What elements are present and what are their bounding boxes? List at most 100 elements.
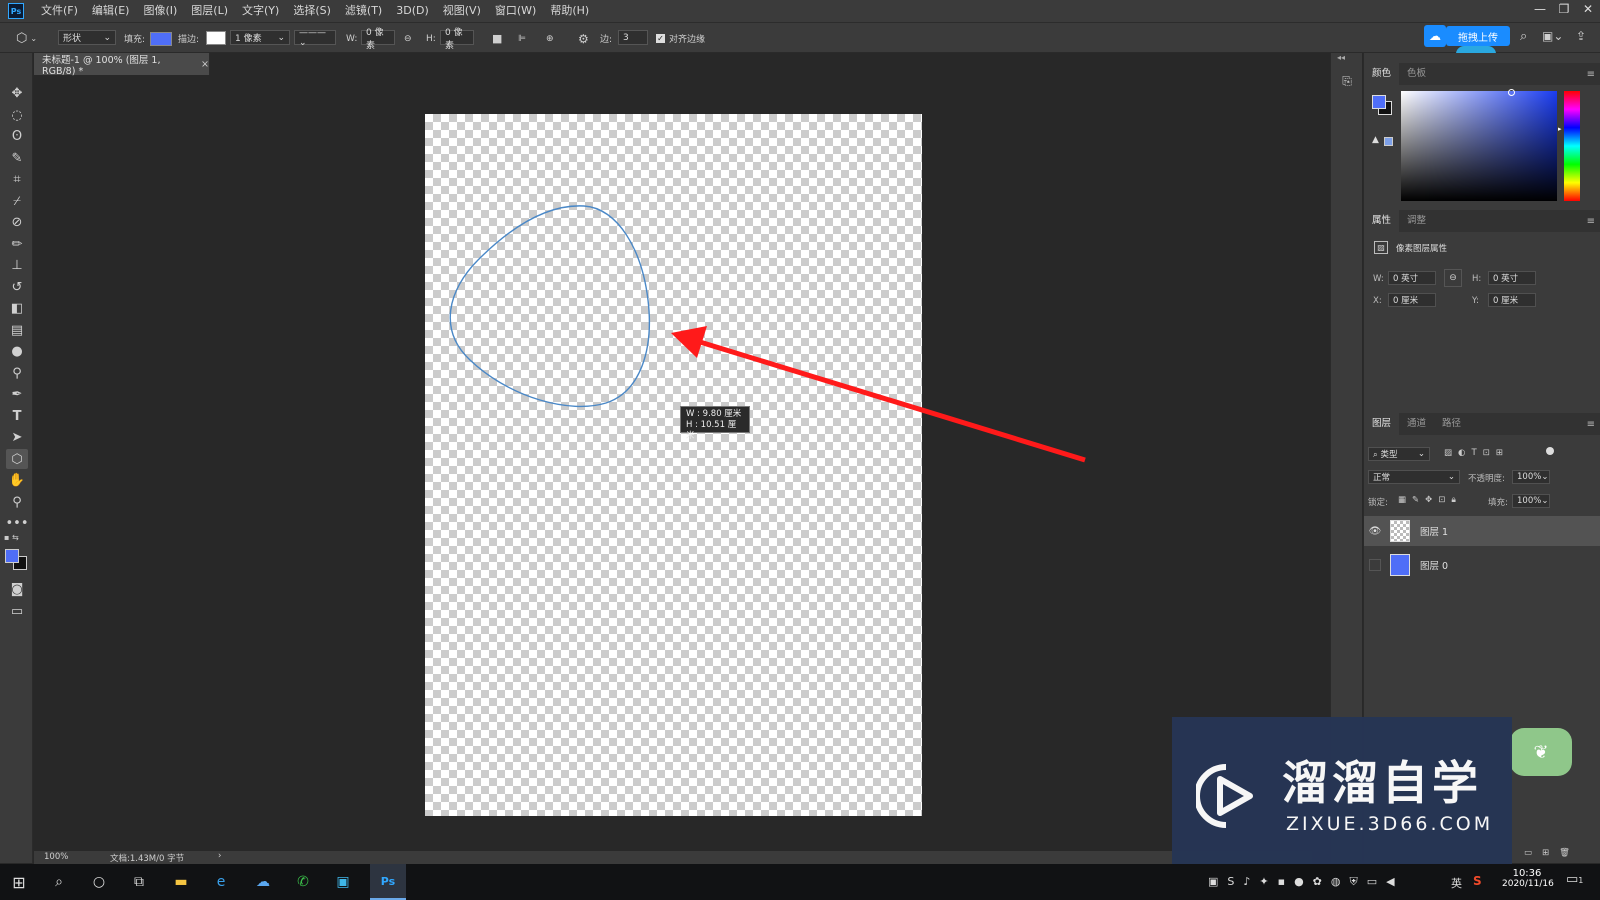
status-menu-arrow-icon[interactable]: ›: [218, 851, 221, 861]
gradient-tool-icon[interactable]: ▤: [6, 320, 28, 340]
edge-browser-icon[interactable]: e: [208, 870, 234, 894]
marquee-tool-icon[interactable]: ◌: [6, 105, 28, 125]
zoom-level[interactable]: 100%: [44, 852, 68, 862]
prop-height-field[interactable]: 0 英寸: [1488, 271, 1536, 285]
tool-mode-select[interactable]: 形状 ⌄: [58, 30, 116, 45]
search-icon[interactable]: ⌕: [1520, 29, 1527, 44]
menu-item[interactable]: 编辑(E): [85, 0, 137, 22]
menu-item[interactable]: 3D(D): [389, 0, 436, 22]
system-tray-icons[interactable]: ▣S♪✦▪●✿◍⛨▭◀︎: [1208, 875, 1404, 889]
search-icon[interactable]: ⌕: [46, 870, 72, 894]
fill-swatch[interactable]: [150, 30, 172, 47]
sides-field[interactable]: 3: [618, 30, 648, 45]
link-dimensions-icon[interactable]: ⊖: [1444, 269, 1462, 287]
drag-upload-button[interactable]: 拖拽上传: [1446, 26, 1510, 46]
crop-tool-icon[interactable]: ⌗: [6, 169, 28, 189]
stroke-type-select[interactable]: ———⌄: [294, 28, 336, 48]
menu-item[interactable]: 图层(L): [184, 0, 235, 22]
history-panel-icon[interactable]: ⎘: [1337, 71, 1357, 91]
eyedropper-tool-icon[interactable]: ⌿: [6, 191, 28, 211]
gamut-warning-icon[interactable]: ▲: [1372, 135, 1379, 145]
stroke-swatch[interactable]: [206, 31, 226, 45]
lock-icons[interactable]: ▦✎✥⊡🔒︎: [1398, 495, 1462, 505]
color-field[interactable]: [1401, 91, 1557, 201]
lasso-tool-icon[interactable]: ʘ: [6, 126, 28, 146]
link-icon[interactable]: ⊖: [404, 30, 412, 47]
menu-item[interactable]: 视图(V): [436, 0, 488, 22]
cortana-icon[interactable]: ○: [86, 870, 112, 894]
share-icon[interactable]: ⇪: [1576, 29, 1586, 43]
tab-swatches[interactable]: 色板: [1399, 63, 1434, 85]
screen-mode-icon[interactable]: ▭: [6, 601, 28, 621]
gear-icon[interactable]: ⚙: [578, 30, 589, 47]
more-tools-icon[interactable]: •••: [6, 513, 29, 533]
panel-menu-icon[interactable]: ≡: [1587, 69, 1595, 80]
minimize-icon[interactable]: —: [1528, 0, 1552, 18]
tab-color[interactable]: 颜色: [1364, 63, 1400, 85]
zoom-tool-icon[interactable]: ⚲: [6, 492, 28, 512]
layer-name[interactable]: 图层 1: [1420, 524, 1448, 538]
document-tab[interactable]: 未标题-1 @ 100% (图层 1, RGB/8) * ×: [34, 53, 210, 77]
move-tool-icon[interactable]: ✥: [6, 83, 28, 103]
layer-filter-icons[interactable]: ▨◐T⊡⊞: [1444, 448, 1509, 458]
tab-properties[interactable]: 属性: [1364, 210, 1400, 232]
path-operations-icon[interactable]: ■: [492, 30, 502, 47]
menu-item[interactable]: 选择(S): [286, 0, 338, 22]
visibility-toggle-empty[interactable]: [1369, 559, 1381, 571]
layer-filter-select[interactable]: ⌕ 类型 ⌄: [1368, 447, 1430, 461]
photoshop-taskbar-icon[interactable]: Ps: [370, 864, 406, 900]
cloud-upload-icon[interactable]: ☁: [1424, 25, 1446, 47]
fill-opacity-field[interactable]: 100% ⌄: [1512, 494, 1550, 508]
brush-tool-icon[interactable]: ✏: [6, 234, 28, 254]
blend-mode-select[interactable]: 正常 ⌄: [1368, 470, 1460, 484]
layer-name[interactable]: 图层 0: [1420, 558, 1448, 572]
path-arrangement-icon[interactable]: ⊕: [546, 30, 554, 47]
menu-item[interactable]: 文字(Y): [235, 0, 286, 22]
height-field[interactable]: 0 像素: [440, 28, 474, 51]
hue-slider[interactable]: [1564, 91, 1580, 201]
notification-icon[interactable]: ▭1: [1566, 872, 1583, 887]
task-view-icon[interactable]: ⧉: [126, 870, 152, 894]
wechat-icon[interactable]: ✆: [290, 870, 316, 894]
blur-tool-icon[interactable]: ●: [6, 341, 28, 361]
menu-item[interactable]: 窗口(W): [488, 0, 543, 22]
layer-row[interactable]: 👁︎ 图层 1: [1364, 516, 1600, 546]
menu-item[interactable]: 图像(I): [136, 0, 184, 22]
menu-item[interactable]: 文件(F): [34, 0, 85, 22]
healing-brush-tool-icon[interactable]: ⊘: [6, 212, 28, 232]
eye-icon[interactable]: 👁︎: [1364, 526, 1386, 537]
width-field[interactable]: 0 像素: [361, 28, 395, 51]
swap-colors-icon[interactable]: ▪ ⇆: [4, 533, 19, 542]
clock[interactable]: 10:36 2020/11/16: [1502, 868, 1554, 889]
app-icon[interactable]: ▣: [330, 870, 356, 894]
sogou-tray-icon[interactable]: S: [1473, 874, 1482, 888]
type-tool-icon[interactable]: T: [6, 406, 28, 426]
tab-layers[interactable]: 图层: [1364, 413, 1400, 435]
panel-menu-icon[interactable]: ≡: [1587, 216, 1595, 227]
align-edges-checkbox[interactable]: ✓ 对齐边缘: [656, 30, 705, 47]
collapse-arrows-icon[interactable]: ◂◂: [1337, 53, 1345, 62]
tab-adjustments[interactable]: 调整: [1399, 210, 1434, 232]
hand-tool-icon[interactable]: ✋: [6, 470, 28, 490]
dodge-tool-icon[interactable]: ⚲: [6, 363, 28, 383]
windows-start-icon[interactable]: ⊞: [6, 870, 32, 894]
menu-item[interactable]: 滤镜(T): [338, 0, 389, 22]
quick-mask-icon[interactable]: ◙: [6, 579, 28, 599]
prop-y-field[interactable]: 0 厘米: [1488, 293, 1536, 307]
history-brush-tool-icon[interactable]: ↺: [6, 277, 28, 297]
color-panel-foreground-swatch[interactable]: [1372, 95, 1386, 109]
layer-actions-icons[interactable]: ▭⊞🗑︎: [1524, 848, 1580, 858]
close-tab-icon[interactable]: ×: [201, 59, 209, 70]
prop-width-field[interactable]: 0 英寸: [1388, 271, 1436, 285]
clone-stamp-tool-icon[interactable]: ⊥: [6, 255, 28, 275]
color-picker-cursor[interactable]: [1508, 89, 1515, 96]
pen-tool-icon[interactable]: ✒: [6, 384, 28, 404]
polygon-tool-preset-icon[interactable]: ⬡ ⌄: [16, 30, 37, 47]
hue-slider-handle-icon[interactable]: ▸: [1558, 125, 1562, 133]
menu-item[interactable]: 帮助(H): [543, 0, 596, 22]
ime-indicator[interactable]: 英: [1451, 875, 1462, 891]
stroke-width-field[interactable]: 1 像素 ⌄: [230, 30, 290, 45]
restore-icon[interactable]: ❐: [1552, 0, 1576, 18]
quick-select-tool-icon[interactable]: ✎: [6, 148, 28, 168]
close-icon[interactable]: ✕: [1576, 0, 1600, 18]
